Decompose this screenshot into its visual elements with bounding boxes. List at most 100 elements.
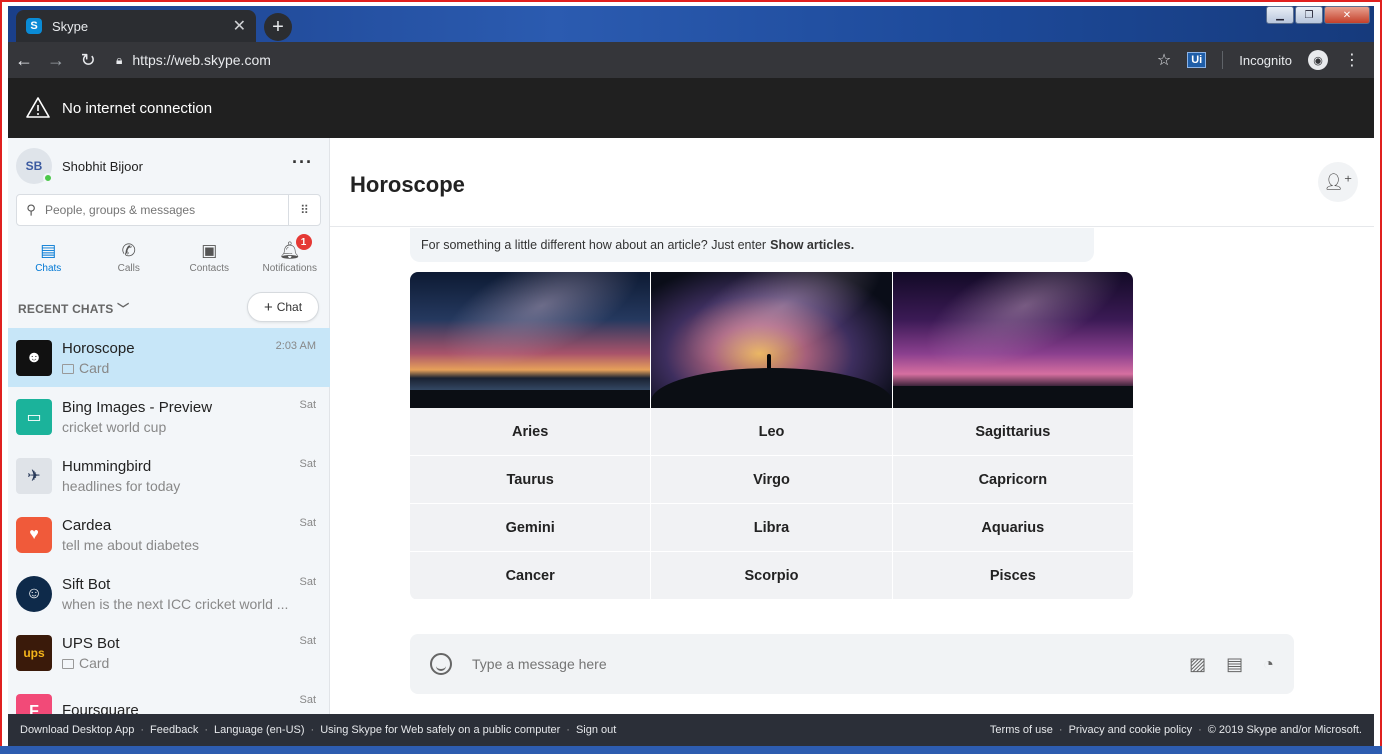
minimize-button[interactable]: ▁: [1266, 6, 1294, 24]
sign-button-aries[interactable]: Aries: [410, 408, 651, 455]
list-item[interactable]: ups UPS Bot Card Sat: [8, 623, 330, 682]
zodiac-button-grid: Aries Leo Sagittarius Taurus Virgo Capri…: [410, 408, 1133, 599]
sign-button-aquarius[interactable]: Aquarius: [892, 504, 1133, 551]
warning-icon: [26, 97, 50, 118]
chat-list: ☻ Horoscope Card 2:03 AM ▭ Bing Images -…: [8, 328, 330, 741]
url-field[interactable]: https://web.skype.com: [132, 52, 1157, 68]
tab-contacts[interactable]: ▣ Contacts: [169, 236, 250, 278]
footer-link-sign-out[interactable]: Sign out: [576, 724, 616, 736]
window-close-button[interactable]: ✕: [1324, 6, 1370, 24]
footer-link-public-computer[interactable]: Using Skype for Web safely on a public c…: [320, 724, 560, 736]
phone-icon: ✆: [121, 240, 136, 260]
chat-name: Cardea: [62, 516, 112, 534]
restore-button[interactable]: ❐: [1295, 6, 1323, 24]
chat-name: Hummingbird: [62, 457, 152, 475]
poll-icon[interactable]: ◔: [1263, 654, 1274, 675]
conversation-title[interactable]: Horoscope: [350, 172, 465, 198]
contacts-icon: ▣: [201, 240, 218, 260]
sign-button-cancer[interactable]: Cancer: [410, 552, 651, 599]
tab-chats[interactable]: ▤ Chats: [8, 236, 89, 278]
ups-bot-avatar-icon: ups: [16, 634, 52, 671]
message-text: For something a little different how abo…: [421, 238, 767, 252]
tab-close-icon[interactable]: ✕: [233, 16, 246, 36]
sign-button-leo[interactable]: Leo: [651, 408, 892, 455]
tab-calls[interactable]: ✆ Calls: [89, 236, 170, 278]
contact-card-icon[interactable]: ▤: [1226, 654, 1243, 675]
sign-button-libra[interactable]: Libra: [651, 504, 892, 551]
tab-notifications[interactable]: 🔔︎ 1 Notifications: [250, 234, 331, 278]
lock-icon[interactable]: 🔒︎: [116, 53, 122, 68]
page-footer: Download Desktop App · Feedback · Language…: [8, 714, 1374, 746]
sidebar: SB Shobhit Bijoor ··· ⚲ ⠿ ▤ Chats ✆ Call…: [8, 138, 331, 730]
list-item[interactable]: ♥ Cardea tell me about diabetes Sat: [8, 505, 330, 564]
window-controls: ▁ ❐ ✕: [1266, 6, 1370, 24]
horoscope-avatar-icon: ☻: [16, 339, 52, 376]
list-item[interactable]: ▭ Bing Images - Preview cricket world cu…: [8, 387, 330, 446]
footer-link-language[interactable]: Language (en-US): [214, 724, 305, 736]
sign-button-capricorn[interactable]: Capricorn: [892, 456, 1133, 503]
sign-button-virgo[interactable]: Virgo: [651, 456, 892, 503]
tab-contacts-label: Contacts: [189, 262, 229, 274]
image-gallery-icon[interactable]: ▨: [1189, 654, 1206, 675]
back-arrow-icon[interactable]: ←: [8, 50, 40, 71]
sign-button-taurus[interactable]: Taurus: [410, 456, 651, 503]
chat-preview: when is the next ICC cricket world ...: [62, 595, 289, 612]
chat-preview: Card: [79, 359, 110, 376]
footer-link-feedback[interactable]: Feedback: [150, 724, 198, 736]
incognito-label: Incognito: [1239, 52, 1292, 68]
card-icon: [62, 363, 74, 374]
recent-chats-dropdown[interactable]: RECENT CHATS ﹀: [18, 300, 129, 317]
chat-preview: headlines for today: [62, 477, 181, 494]
card-images: [410, 272, 1133, 408]
forward-arrow-icon[interactable]: →: [40, 50, 72, 71]
horoscope-card: Aries Leo Sagittarius Taurus Virgo Capri…: [410, 272, 1133, 600]
reload-icon[interactable]: ↻: [72, 50, 104, 71]
sign-button-scorpio[interactable]: Scorpio: [651, 552, 892, 599]
emoji-icon[interactable]: [430, 653, 452, 675]
add-participant-button[interactable]: 👤︎⁺: [1318, 162, 1358, 202]
chat-time: Sat: [299, 517, 316, 529]
footer-link-terms[interactable]: Terms of use: [990, 724, 1053, 736]
more-options-icon[interactable]: ···: [292, 152, 313, 173]
browser-menu-icon[interactable]: ⋮: [1344, 50, 1360, 70]
sign-button-pisces[interactable]: Pisces: [892, 552, 1133, 599]
new-chat-button[interactable]: + Chat: [247, 292, 319, 322]
notification-badge: 1: [295, 234, 312, 250]
footer-link-download[interactable]: Download Desktop App: [20, 724, 134, 736]
footer-link-privacy[interactable]: Privacy and cookie policy: [1069, 724, 1193, 736]
list-item[interactable]: ✈ Hummingbird headlines for today Sat: [8, 446, 330, 505]
plus-icon: +: [263, 298, 273, 316]
chat-time: Sat: [299, 635, 316, 647]
recent-chats-label: RECENT CHATS: [18, 302, 114, 316]
conversation-header: Horoscope 👤︎⁺: [330, 138, 1374, 227]
browser-window: S Skype ✕ + ▁ ❐ ✕ ← → ↻ 🔒︎ https://web.s…: [8, 6, 1374, 746]
hummingbird-avatar-icon: ✈: [16, 457, 52, 494]
chat-time: 2:03 AM: [275, 340, 316, 352]
chat-name: Sift Bot: [62, 575, 111, 593]
chat-preview: Card: [79, 654, 110, 671]
uipath-extension-icon[interactable]: Ui: [1187, 52, 1207, 68]
avatar[interactable]: SB: [16, 148, 53, 184]
search-input[interactable]: [45, 203, 288, 217]
list-item[interactable]: ☺ Sift Bot when is the next ICC cricket …: [8, 564, 330, 623]
chevron-down-icon: ﹀: [117, 302, 130, 316]
browser-tab-skype[interactable]: S Skype ✕: [16, 10, 256, 42]
new-tab-button[interactable]: +: [264, 13, 292, 41]
address-toolbar: ← → ↻ 🔒︎ https://web.skype.com ☆ Ui Inco…: [8, 42, 1374, 78]
add-person-icon: 👤︎⁺: [1323, 174, 1353, 191]
list-item[interactable]: ☻ Horoscope Card 2:03 AM: [8, 328, 330, 387]
tab-strip: S Skype ✕ + ▁ ❐ ✕: [8, 6, 1374, 42]
tab-title: Skype: [52, 18, 89, 34]
profile-area[interactable]: SB Shobhit Bijoor: [16, 148, 143, 184]
message-input[interactable]: [472, 656, 1190, 672]
tab-notifications-label: Notifications: [262, 262, 317, 274]
bookmark-star-icon[interactable]: ☆: [1157, 50, 1171, 70]
sign-button-sagittarius[interactable]: Sagittarius: [892, 408, 1133, 455]
offline-banner: No internet connection: [8, 78, 1374, 138]
dialpad-icon[interactable]: ⠿: [288, 195, 320, 225]
incognito-icon[interactable]: ◉: [1308, 50, 1328, 70]
avatar-initials: SB: [25, 159, 43, 173]
sign-button-gemini[interactable]: Gemini: [410, 504, 651, 551]
night-sky-lake-image: [410, 272, 651, 408]
offline-message: No internet connection: [62, 99, 213, 117]
